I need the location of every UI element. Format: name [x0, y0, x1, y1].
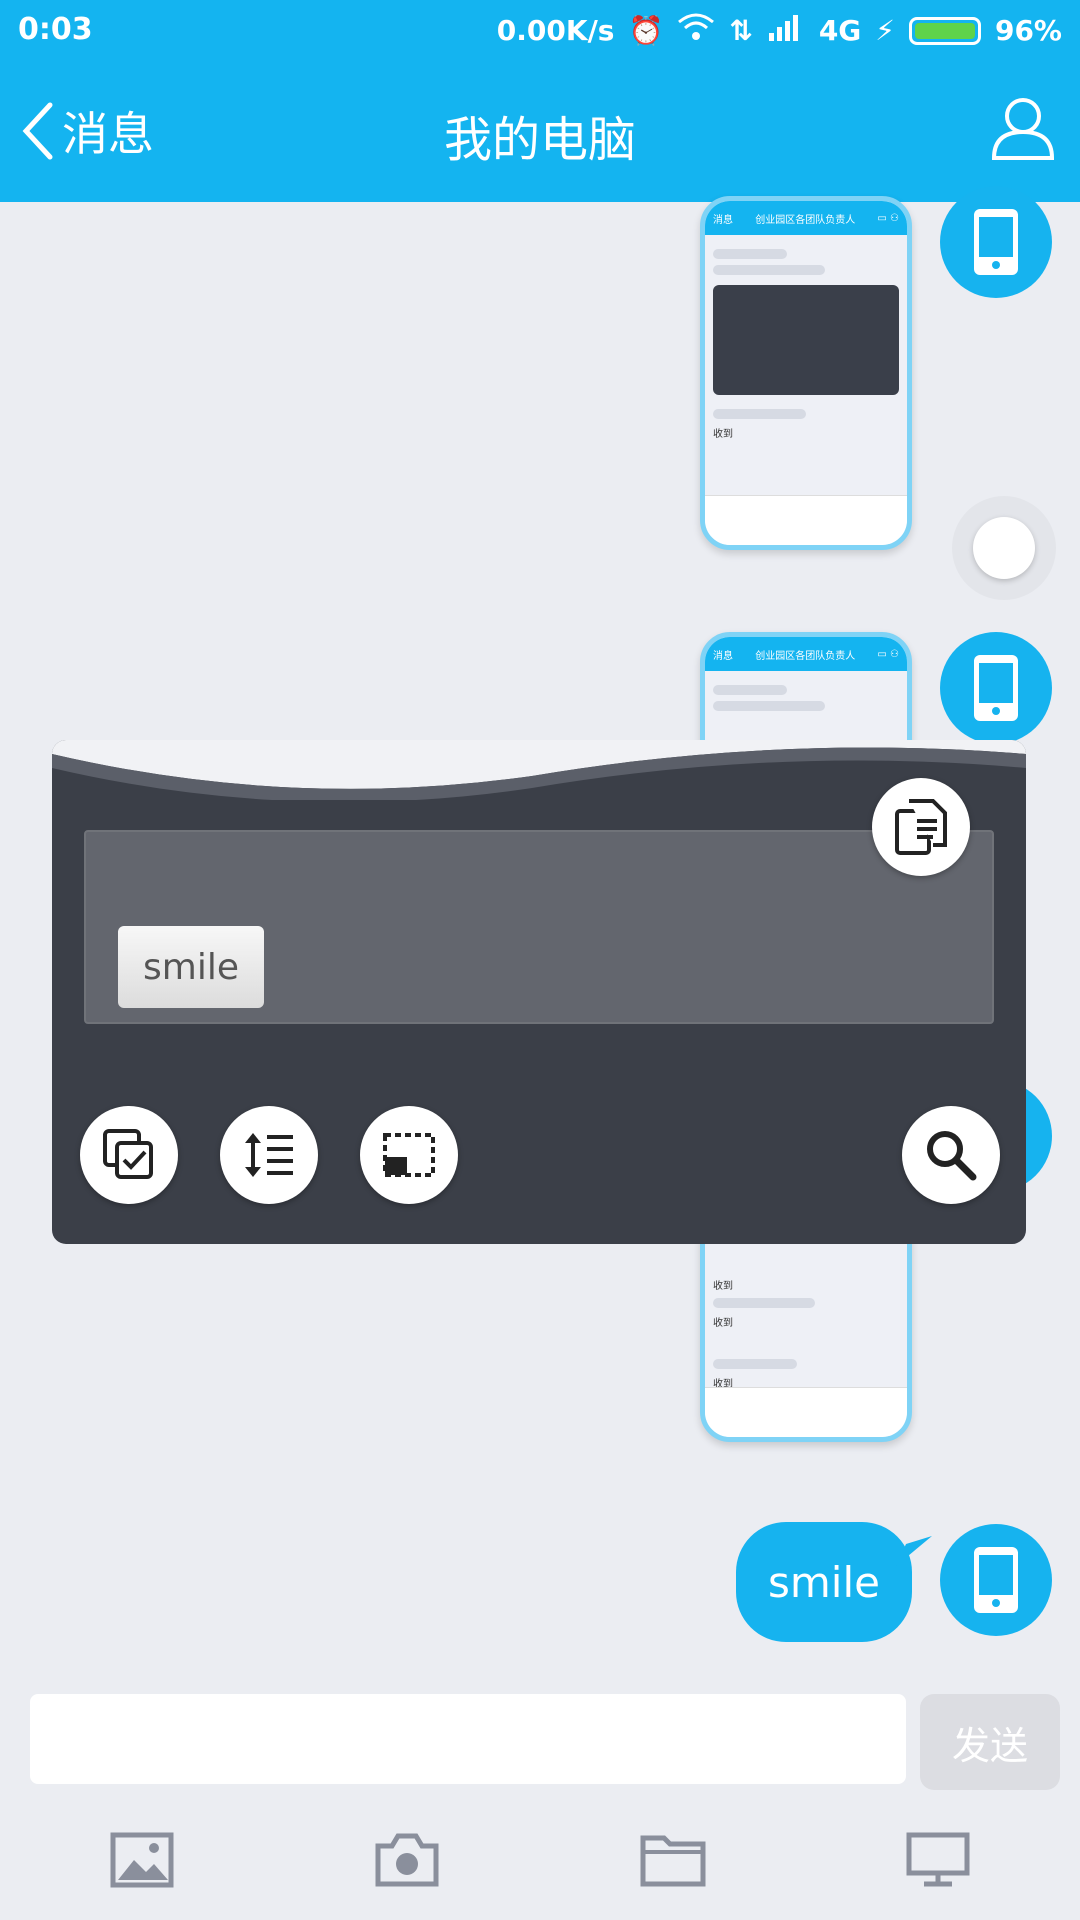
mini-title: 创业园区各团队负责人	[755, 214, 856, 226]
network-type: 4G	[818, 14, 862, 47]
word-chip[interactable]: smile	[118, 926, 264, 1008]
net-speed: 0.00K/s	[496, 14, 615, 47]
copy-document-button[interactable]	[872, 778, 970, 876]
crop-region-button[interactable]	[360, 1106, 458, 1204]
app-header: 消息 我的电脑	[0, 62, 1080, 202]
message-text: smile	[768, 1557, 880, 1607]
status-bar: 0:03 0.00K/s ⏰ ⇅ 4G ⚡ 96%	[0, 0, 1080, 62]
signal-icon	[767, 13, 805, 48]
message-input[interactable]	[30, 1694, 906, 1784]
crop-region-icon	[383, 1133, 435, 1177]
mini-icons: ▭ ⚇	[877, 648, 899, 660]
status-right: 0.00K/s ⏰ ⇅ 4G ⚡ 96%	[497, 12, 1062, 49]
panel-wave	[52, 740, 1026, 800]
search-icon	[927, 1131, 977, 1181]
monitor-icon	[906, 1832, 970, 1887]
charging-icon: ⚡	[875, 14, 895, 47]
mini-header: 消息 创业园区各团队负责人 ▭ ⚇	[705, 201, 907, 235]
folder-icon	[640, 1835, 706, 1887]
attachment-toolbar	[0, 1820, 1080, 1920]
mini-reply: 收到	[713, 429, 733, 440]
mini-icons: ▭ ⚇	[877, 212, 899, 224]
image-message[interactable]: 消息 创业园区各团队负责人 ▭ ⚇ 收到	[700, 196, 912, 550]
mini-back-label: 消息	[713, 650, 733, 662]
recognized-text-area[interactable]: smile	[84, 830, 994, 1024]
data-arrows-icon: ⇅	[729, 14, 753, 47]
device-avatar[interactable]	[940, 1524, 1052, 1636]
profile-button[interactable]	[988, 92, 1058, 166]
mini-composer	[705, 1387, 907, 1437]
mini-composer	[705, 495, 907, 545]
line-spacing-button[interactable]	[220, 1106, 318, 1204]
status-time: 0:03	[18, 12, 93, 47]
user-icon	[991, 98, 1055, 160]
mini-header: 消息 创业园区各团队负责人 ▭ ⚇	[705, 637, 907, 671]
mini-reply: 收到	[713, 1281, 733, 1292]
image-icon	[110, 1832, 174, 1888]
device-avatar[interactable]	[940, 632, 1052, 744]
device-avatar[interactable]	[940, 186, 1052, 298]
battery-icon	[908, 16, 981, 45]
image-button[interactable]	[110, 1832, 174, 1892]
mini-dark-panel	[713, 285, 899, 395]
computer-button[interactable]	[906, 1832, 970, 1892]
phone-icon	[974, 209, 1018, 275]
wifi-icon	[677, 12, 715, 49]
camera-button[interactable]	[374, 1832, 440, 1892]
phone-icon	[974, 655, 1018, 721]
alarm-icon: ⏰	[628, 14, 664, 47]
document-copy-icon	[895, 799, 947, 855]
phone-icon	[974, 1547, 1018, 1613]
select-all-button[interactable]	[80, 1106, 178, 1204]
bubble-tail	[896, 1536, 932, 1566]
toggle-knob	[973, 517, 1035, 579]
select-all-icon	[103, 1129, 153, 1179]
mini-title: 创业园区各团队负责人	[755, 650, 856, 662]
floating-toggle[interactable]	[952, 496, 1056, 600]
battery-percent: 96%	[994, 14, 1062, 47]
text-message-bubble[interactable]: smile	[736, 1522, 912, 1642]
text-recognition-panel: smile	[52, 740, 1026, 1244]
search-button[interactable]	[902, 1106, 1000, 1204]
send-button[interactable]: 发送	[920, 1694, 1060, 1790]
page-title: 我的电脑	[443, 112, 636, 168]
mini-back-label: 消息	[713, 214, 733, 226]
mini-reply: 收到	[713, 1318, 733, 1329]
folder-button[interactable]	[640, 1832, 706, 1892]
line-spacing-icon	[245, 1133, 293, 1177]
camera-icon	[375, 1833, 439, 1887]
